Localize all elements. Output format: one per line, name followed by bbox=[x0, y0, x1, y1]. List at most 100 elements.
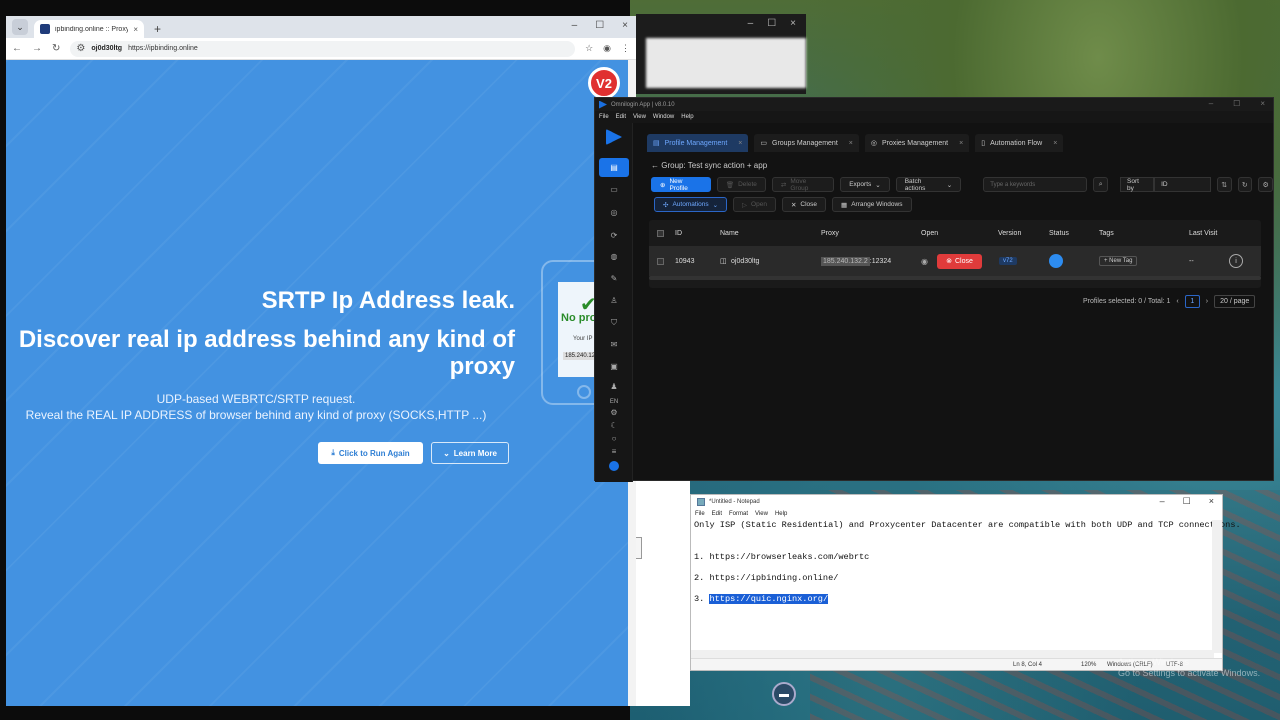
site-info-icon[interactable]: ⚙ bbox=[76, 43, 85, 54]
menu-view[interactable]: View bbox=[633, 114, 646, 120]
help-icon[interactable]: ○ bbox=[608, 433, 620, 445]
search-input[interactable]: Type a keywords bbox=[983, 177, 1088, 192]
menu-window[interactable]: Window bbox=[653, 114, 674, 120]
tab-close-icon[interactable]: × bbox=[1053, 140, 1057, 147]
close-icon[interactable]: × bbox=[1260, 99, 1265, 108]
settings-icon[interactable]: ⚙ bbox=[1258, 177, 1273, 192]
minimize-icon[interactable]: – bbox=[1209, 99, 1213, 108]
url-text[interactable]: https://ipbinding.online bbox=[128, 45, 198, 52]
profile-chip[interactable]: oj0d30ltg bbox=[91, 45, 122, 52]
document-icon[interactable]: ▣ bbox=[608, 361, 620, 373]
col-last-visit[interactable]: Last Visit bbox=[1189, 230, 1217, 237]
close-button[interactable]: ✕ Close bbox=[781, 197, 827, 212]
menu-file[interactable]: File bbox=[599, 114, 609, 120]
minimize-icon[interactable]: – bbox=[748, 18, 754, 29]
maximize-icon[interactable]: ☐ bbox=[1183, 496, 1191, 507]
tab-proxies-management[interactable]: ◎ Proxies Management × bbox=[864, 134, 970, 152]
menu-view[interactable]: View bbox=[755, 511, 768, 517]
forward-icon[interactable]: → bbox=[32, 43, 42, 54]
tab-close-icon[interactable]: × bbox=[959, 140, 963, 147]
col-proxy[interactable]: Proxy bbox=[821, 230, 839, 237]
open-button[interactable]: ▷ Open bbox=[733, 197, 776, 212]
menu-kebab-icon[interactable]: ⋮ bbox=[621, 43, 630, 54]
arrange-windows-button[interactable]: ▦ Arrange Windows bbox=[832, 197, 912, 212]
automations-button[interactable]: ✣ Automations ⌄ bbox=[654, 197, 728, 212]
window-edge-handle[interactable] bbox=[636, 537, 642, 559]
minimize-icon[interactable]: – bbox=[1160, 496, 1165, 507]
bookmark-star-icon[interactable]: ☆ bbox=[585, 43, 593, 54]
row-checkbox[interactable] bbox=[657, 257, 664, 265]
tab-close-icon[interactable]: × bbox=[849, 140, 853, 147]
contacts-icon[interactable]: ▭ bbox=[608, 184, 620, 196]
sort-by-value[interactable]: ID bbox=[1154, 177, 1211, 192]
extension-icon[interactable]: ✎ bbox=[608, 273, 620, 285]
new-tab-icon[interactable]: + bbox=[154, 22, 161, 36]
col-tags[interactable]: Tags bbox=[1099, 230, 1114, 237]
new-profile-button[interactable]: ⊕ New Profile bbox=[651, 177, 711, 192]
sort-order-icon[interactable]: ⇅ bbox=[1216, 177, 1232, 192]
omnibox[interactable]: ⚙ oj0d30ltg https://ipbinding.online bbox=[70, 40, 576, 57]
search-icon[interactable]: ⌕ bbox=[1093, 177, 1109, 192]
reload-icon[interactable]: ↻ bbox=[52, 43, 60, 54]
close-icon[interactable]: × bbox=[622, 20, 628, 31]
maximize-icon[interactable]: ☐ bbox=[595, 20, 604, 31]
run-again-button[interactable]: ⤓ Click to Run Again bbox=[318, 442, 423, 464]
tab-search-icon[interactable]: ⌄ bbox=[12, 19, 28, 35]
delete-button[interactable]: 🗑 Delete bbox=[716, 177, 766, 192]
menu-file[interactable]: File bbox=[695, 511, 705, 517]
browser-tab[interactable]: ipbinding.online :: Proxy detecti × bbox=[34, 20, 144, 38]
col-id[interactable]: ID bbox=[675, 230, 682, 237]
learn-more-button[interactable]: ⌄ Learn More bbox=[431, 442, 509, 464]
select-all-checkbox[interactable] bbox=[657, 229, 664, 237]
minimize-icon[interactable]: – bbox=[572, 20, 578, 31]
notepad-vertical-scrollbar[interactable] bbox=[1212, 520, 1222, 653]
shield-icon[interactable]: ⛉ bbox=[608, 317, 620, 329]
mail-icon[interactable]: ✉ bbox=[608, 339, 620, 351]
page-size-select[interactable]: 20 / page bbox=[1214, 295, 1256, 308]
tab-close-icon[interactable]: × bbox=[738, 140, 742, 147]
tab-profile-management[interactable]: ▤ Profile Management × bbox=[647, 134, 749, 152]
globe-icon[interactable]: ◍ bbox=[608, 251, 620, 263]
user-avatar[interactable] bbox=[609, 461, 619, 471]
col-status[interactable]: Status bbox=[1049, 230, 1069, 237]
col-open[interactable]: Open bbox=[921, 230, 938, 237]
table-row[interactable]: 10943 ◫ oj0d30ltg 185.240.132.2:12324 ◉ … bbox=[649, 246, 1261, 276]
v2-badge[interactable]: V2 bbox=[588, 67, 620, 99]
batch-actions-button[interactable]: Batch actions ⌄ bbox=[895, 177, 962, 192]
settings-icon[interactable]: ⚙ bbox=[608, 407, 620, 419]
back-arrow-icon[interactable]: ← bbox=[651, 161, 659, 170]
tab-close-icon[interactable]: × bbox=[133, 25, 138, 34]
tab-automation-flow[interactable]: ▯ Automation Flow × bbox=[975, 134, 1064, 152]
close-icon[interactable]: × bbox=[1209, 496, 1214, 507]
dark-mode-icon[interactable]: ☾ bbox=[608, 420, 620, 432]
next-page-icon[interactable]: › bbox=[1206, 298, 1208, 305]
notepad-text-area[interactable]: Only ISP (Static Residential) and Proxyc… bbox=[694, 520, 1241, 604]
current-page-button[interactable]: 1 bbox=[1184, 295, 1200, 308]
refresh-icon[interactable]: ↻ bbox=[1237, 177, 1253, 192]
prev-page-icon[interactable]: ‹ bbox=[1176, 298, 1178, 305]
menu-help[interactable]: Help bbox=[681, 114, 693, 120]
profiles-icon[interactable]: ▤ bbox=[608, 162, 620, 174]
menu-help[interactable]: Help bbox=[775, 511, 787, 517]
row-info-icon[interactable]: i bbox=[1229, 254, 1243, 268]
sort-by-control[interactable]: Sort by ID bbox=[1120, 177, 1211, 192]
col-name[interactable]: Name bbox=[720, 230, 739, 237]
move-group-button[interactable]: ⇄ Move Group bbox=[771, 177, 835, 192]
search-icon[interactable]: ◎ bbox=[608, 207, 620, 219]
col-version[interactable]: Version bbox=[998, 230, 1021, 237]
list-icon[interactable]: ≡ bbox=[608, 446, 620, 458]
close-icon[interactable]: × bbox=[790, 18, 796, 29]
users-icon[interactable]: ♙ bbox=[608, 295, 620, 307]
maximize-icon[interactable]: ☐ bbox=[767, 18, 776, 29]
profile-icon[interactable]: ◉ bbox=[603, 43, 611, 54]
chat-app-icon[interactable]: ▬ bbox=[772, 682, 796, 706]
tab-groups-management[interactable]: ▭ Groups Management × bbox=[754, 134, 859, 152]
sync-icon[interactable]: ⟳ bbox=[608, 230, 620, 242]
table-horizontal-scrollbar[interactable] bbox=[649, 276, 1261, 280]
team-icon[interactable]: ♟ bbox=[608, 381, 620, 393]
menu-edit[interactable]: Edit bbox=[712, 511, 722, 517]
back-icon[interactable]: ← bbox=[12, 43, 22, 54]
menu-edit[interactable]: Edit bbox=[616, 114, 626, 120]
profile-close-button[interactable]: ⊗ Close bbox=[937, 253, 982, 269]
menu-format[interactable]: Format bbox=[729, 511, 748, 517]
